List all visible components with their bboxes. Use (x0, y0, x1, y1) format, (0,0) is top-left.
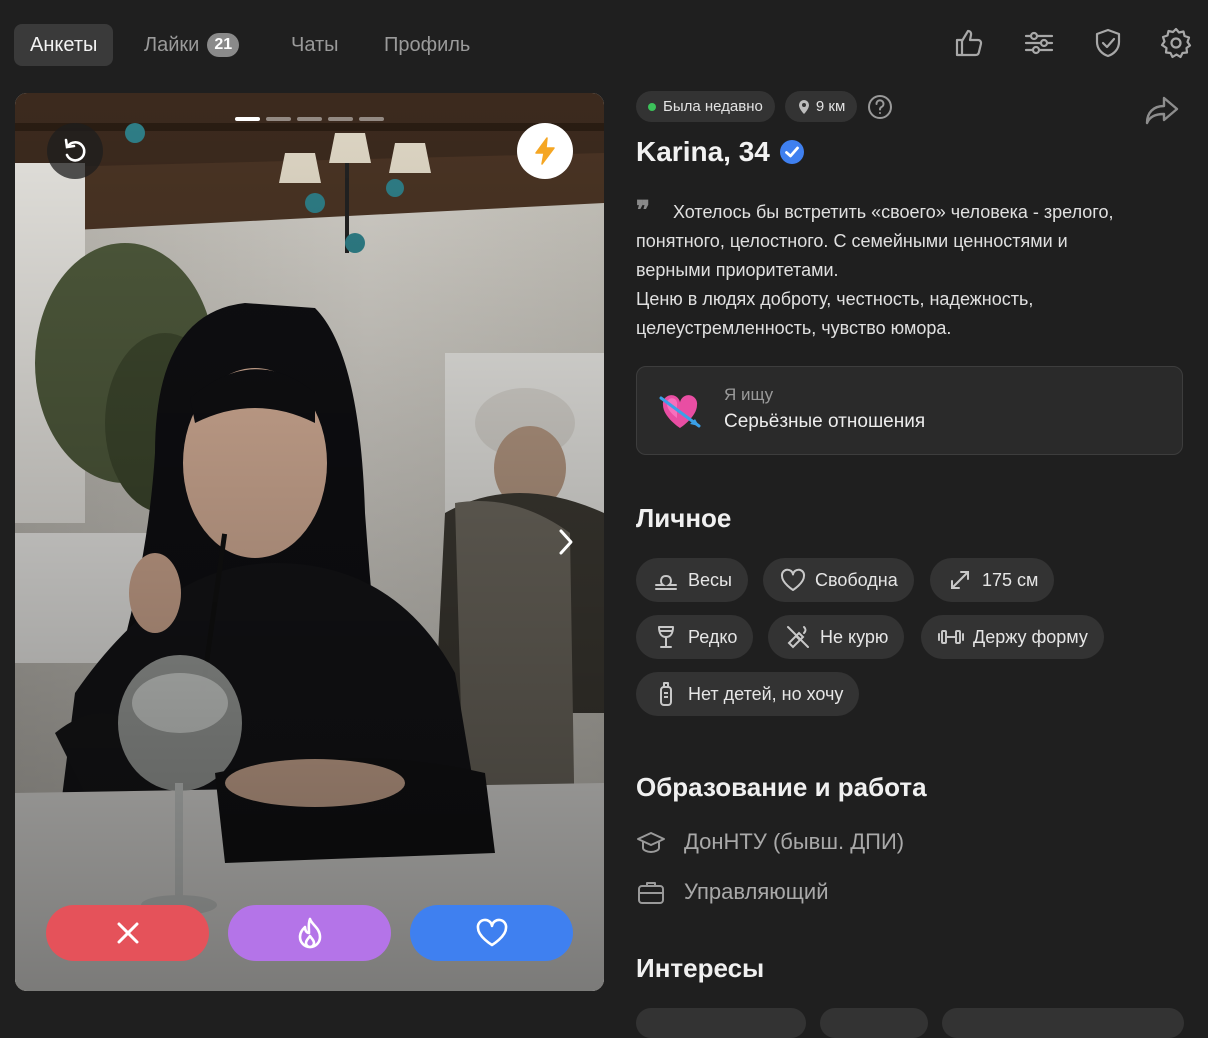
chip-children: Нет детей, но хочу (636, 672, 860, 716)
libra-icon (655, 574, 677, 590)
education-school-row: ДонНТУ (бывш. ДПИ) (636, 827, 904, 857)
chip-label: Не курю (820, 626, 889, 647)
tab-likes[interactable]: Лайки 21 (144, 24, 240, 66)
chip-label: Держу форму (973, 626, 1088, 647)
like-heart-icon (476, 918, 507, 947)
location-pin-icon (798, 99, 809, 114)
help-icon[interactable] (867, 94, 893, 120)
seeking-card: Я ищу Серьёзные отношения (636, 366, 1183, 455)
chevron-right-icon (559, 529, 573, 555)
distance-pill: 9 км (784, 91, 858, 122)
tab-profile[interactable]: Профиль (384, 24, 470, 66)
height-arrows-icon (951, 571, 969, 589)
profile-name-age: Karina, 34 (636, 136, 770, 167)
dislike-x-icon (117, 922, 138, 944)
like-button[interactable] (410, 905, 573, 961)
online-status-pill: Была недавно (636, 91, 775, 122)
seeking-label: Я ищу (724, 385, 774, 404)
chip-smoking: Не курю (768, 615, 905, 659)
chip-height: 175 см (930, 558, 1055, 602)
education-school: ДонНТУ (бывш. ДПИ) (684, 829, 905, 854)
chip-label: Свободна (815, 569, 898, 590)
education-job-row: Управляющий (636, 877, 828, 907)
tab-chats[interactable]: Чаты (291, 24, 339, 66)
photo-progress-indicator (235, 117, 384, 121)
chip-alcohol: Редко (636, 615, 754, 659)
briefcase-icon (638, 882, 664, 904)
interests-section-title: Интересы (636, 953, 765, 983)
profile-photo-card[interactable] (15, 93, 604, 991)
share-icon[interactable] (1144, 94, 1180, 131)
likes-count-badge: 21 (207, 33, 240, 57)
tab-likes-label: Лайки (144, 34, 200, 56)
quote-icon: ❞ (636, 196, 650, 226)
tab-ankety[interactable]: Анкеты (14, 24, 114, 66)
chip-label: Редко (688, 626, 738, 647)
about-text: Хотелось бы встретить «своего» человека … (636, 202, 1114, 338)
graduation-cap-icon (637, 832, 665, 853)
chip-label: 175 см (982, 569, 1039, 590)
dislike-button[interactable] (46, 905, 209, 961)
dumbbell-icon (938, 630, 964, 644)
boost-button[interactable] (517, 123, 573, 179)
online-status-text: Была недавно (663, 98, 763, 115)
rewind-icon (64, 138, 86, 162)
boost-lightning-icon (535, 137, 555, 165)
chip-label: Нет детей, но хочу (688, 683, 844, 704)
wine-glass-icon (658, 626, 674, 648)
filter-sliders-icon[interactable] (1022, 26, 1056, 60)
chip-label: Весы (688, 569, 732, 590)
heart-arrow-icon (659, 395, 701, 428)
shield-check-icon[interactable] (1091, 26, 1125, 60)
chip-zodiac: Весы (636, 558, 748, 602)
next-photo-arrow[interactable] (555, 525, 577, 564)
top-navigation: Анкеты Лайки 21 Чаты Профиль (0, 0, 1208, 88)
education-section-title: Образование и работа (636, 772, 927, 802)
distance-text: 9 км (815, 98, 846, 115)
superlike-button[interactable] (228, 905, 391, 961)
thumbs-up-icon[interactable] (952, 26, 986, 60)
gear-icon[interactable] (1159, 26, 1193, 60)
interest-chip (820, 1008, 928, 1038)
rewind-button[interactable] (47, 123, 103, 179)
baby-bottle-icon (660, 682, 672, 706)
verified-badge-icon (779, 140, 804, 164)
interest-chip (636, 1008, 806, 1038)
status-dot (648, 102, 656, 111)
personal-section-title: Личное (636, 503, 732, 533)
chip-relationship: Свободна (763, 558, 914, 602)
heart-outline-icon (780, 568, 806, 591)
interest-chip (942, 1008, 1184, 1038)
no-smoking-icon (787, 626, 809, 649)
chip-fitness: Держу форму (921, 615, 1104, 659)
education-job: Управляющий (684, 879, 829, 904)
seeking-value: Серьёзные отношения (724, 411, 926, 432)
profile-photo (15, 93, 604, 991)
superlike-fire-icon (298, 917, 321, 949)
